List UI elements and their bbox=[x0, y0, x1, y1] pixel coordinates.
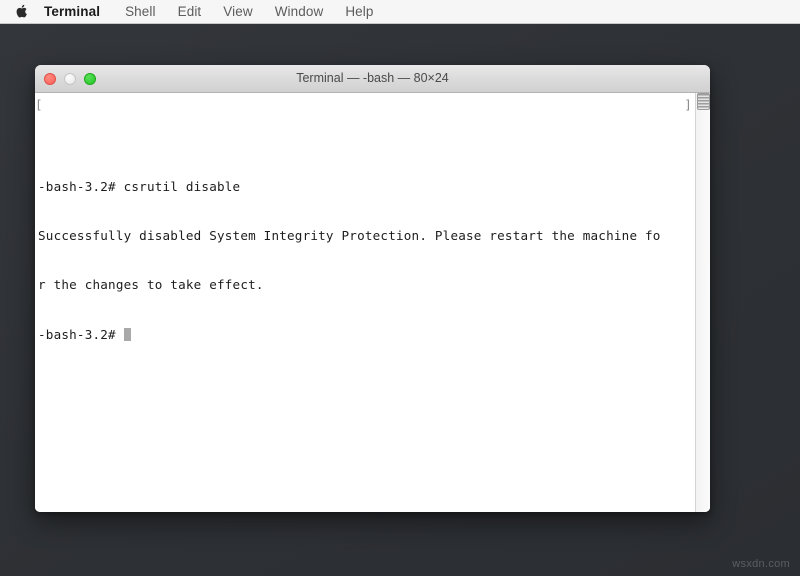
window-titlebar[interactable]: Terminal — -bash — 80×24 bbox=[35, 65, 710, 93]
terminal-line: -bash-3.2# csrutil disable bbox=[38, 179, 241, 195]
menu-item-window[interactable]: Window bbox=[264, 0, 335, 24]
terminal-cursor bbox=[123, 327, 132, 341]
terminal-window[interactable]: Terminal — -bash — 80×24 [ ] -bash-3.2# … bbox=[35, 65, 710, 512]
watermark: wsxdn.com bbox=[732, 558, 790, 570]
window-controls bbox=[44, 72, 96, 85]
window-title: Terminal — -bash — 80×24 bbox=[296, 71, 449, 85]
scrollbar-thumb[interactable] bbox=[697, 93, 710, 110]
terminal-right-edge-marker: ] bbox=[684, 97, 692, 112]
terminal-line: r the changes to take effect. bbox=[38, 277, 264, 293]
zoom-button[interactable] bbox=[84, 72, 96, 85]
terminal-scrollbar[interactable] bbox=[695, 93, 710, 512]
terminal-output[interactable]: [ ] -bash-3.2# csrutil disable Successfu… bbox=[35, 93, 695, 512]
menu-item-view[interactable]: View bbox=[212, 0, 263, 24]
menu-item-shell[interactable]: Shell bbox=[114, 0, 167, 24]
terminal-body[interactable]: [ ] -bash-3.2# csrutil disable Successfu… bbox=[35, 93, 710, 512]
close-button[interactable] bbox=[44, 72, 56, 85]
menu-bar: Terminal Shell Edit View Window Help bbox=[0, 0, 800, 24]
terminal-prompt: -bash-3.2# bbox=[38, 326, 124, 342]
apple-logo-icon[interactable] bbox=[8, 3, 34, 20]
terminal-line: Successfully disabled System Integrity P… bbox=[38, 228, 661, 244]
terminal-left-edge-marker: [ bbox=[35, 97, 43, 112]
desktop-background: Terminal — -bash — 80×24 [ ] -bash-3.2# … bbox=[0, 24, 800, 576]
minimize-button[interactable] bbox=[64, 72, 76, 85]
menu-item-edit[interactable]: Edit bbox=[167, 0, 213, 24]
menu-item-help[interactable]: Help bbox=[334, 0, 384, 24]
menu-item-terminal[interactable]: Terminal bbox=[40, 0, 114, 24]
terminal-prompt-line: -bash-3.2# bbox=[38, 327, 695, 343]
